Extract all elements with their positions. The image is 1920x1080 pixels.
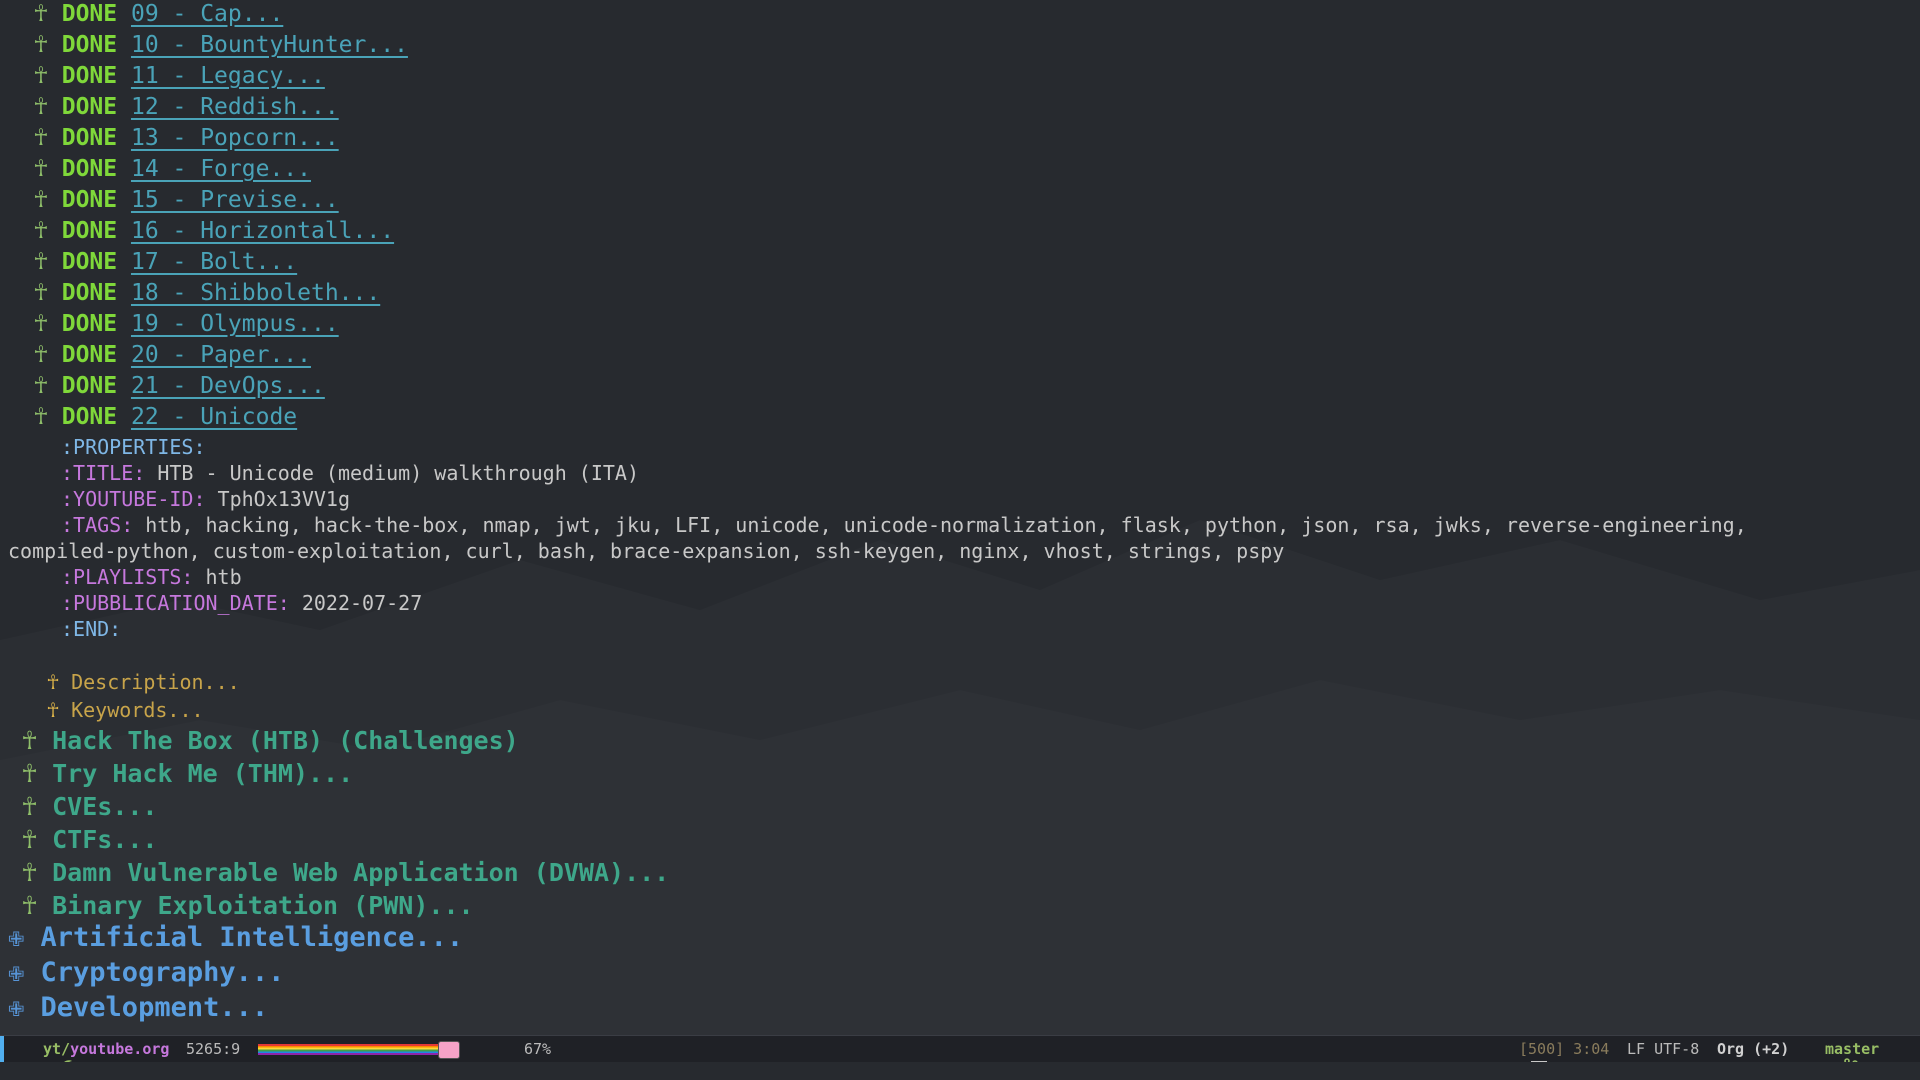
todo-heading[interactable]: ☥ DONE 18 - Shibboleth... [34, 280, 380, 306]
todo-keyword: DONE [61, 63, 118, 89]
heading-link[interactable]: 21 - DevOps... [131, 373, 325, 399]
encoding[interactable]: LF UTF-8 [1627, 1040, 1699, 1058]
subheading-keywords[interactable]: ☥ Keywords... [47, 698, 204, 722]
ankh-bullet-icon: ☥ [22, 891, 38, 920]
heading-link[interactable]: 20 - Paper... [131, 342, 311, 368]
heading-artificial-intelligence[interactable]: ✙ Artificial Intelligence... [8, 922, 463, 953]
ankh-bullet-icon: ☥ [34, 311, 48, 337]
mode-line: yt/youtube.org 5265:9 67% [500] 3:04 LF … [0, 1035, 1920, 1074]
ankh-bullet-icon: ☥ [34, 156, 48, 182]
todo-heading[interactable]: ☥ DONE 13 - Popcorn... [34, 125, 339, 151]
heading-development[interactable]: ✙ Development... [8, 992, 268, 1023]
ankh-bullet-icon: ☥ [34, 373, 48, 399]
todo-heading[interactable]: ☥ DONE 20 - Paper... [34, 342, 311, 368]
todo-keyword: DONE [61, 404, 118, 430]
property-youtube-id: :YOUTUBE-ID: TphOx13VV1g [61, 487, 350, 511]
todo-heading[interactable]: ☥ DONE 22 - Unicode [34, 404, 297, 430]
buffer-name[interactable]: yt/youtube.org [43, 1040, 169, 1058]
todo-heading[interactable]: ☥ DONE 16 - Horizontall... [34, 218, 394, 244]
todo-keyword: DONE [61, 311, 118, 337]
mail-count-time: [500] 3:04 [1519, 1040, 1610, 1058]
drawer-start: :PROPERTIES: [61, 435, 206, 459]
mode-line-indicator [0, 1036, 4, 1062]
ankh-bullet-icon: ☥ [47, 698, 60, 722]
property-tags: :TAGS: htb, hacking, hack-the-box, nmap,… [61, 513, 1747, 537]
property-title: :TITLE: HTB - Unicode (medium) walkthrou… [61, 461, 639, 485]
buffer-percent: 67% [524, 1040, 552, 1058]
ankh-bullet-icon: ☥ [22, 825, 38, 854]
ankh-bullet-icon: ☥ [34, 1, 48, 27]
heading-cves[interactable]: ☥ CVEs... [22, 792, 157, 821]
todo-heading[interactable]: ☥ DONE 21 - DevOps... [34, 373, 325, 399]
heading-link[interactable]: 16 - Horizontall... [131, 218, 394, 244]
todo-keyword: DONE [61, 156, 118, 182]
todo-keyword: DONE [61, 125, 118, 151]
heading-link[interactable]: 10 - BountyHunter... [131, 32, 408, 58]
ankh-bullet-icon: ☥ [22, 858, 38, 887]
heading-link[interactable]: 13 - Popcorn... [131, 125, 339, 151]
cursor-position: 5265:9 [186, 1040, 241, 1058]
heading-htb-challenges[interactable]: ☥ Hack The Box (HTB) (Challenges) [22, 726, 519, 755]
heading-pwn[interactable]: ☥ Binary Exploitation (PWN)... [22, 891, 474, 920]
subheading-description[interactable]: ☥ Description... [47, 670, 240, 694]
todo-keyword: DONE [61, 342, 118, 368]
todo-keyword: DONE [61, 1, 118, 27]
todo-keyword: DONE [61, 249, 118, 275]
cross-bullet-icon: ✙ [8, 922, 25, 953]
cross-bullet-icon: ✙ [8, 992, 25, 1023]
heading-link[interactable]: 09 - Cap... [131, 1, 283, 27]
heading-link[interactable]: 11 - Legacy... [131, 63, 325, 89]
property-tags-continuation: compiled-python, custom-exploitation, cu… [8, 539, 1285, 563]
heading-link[interactable]: 18 - Shibboleth... [131, 280, 380, 306]
git-branch[interactable]: master [1825, 1040, 1879, 1058]
nyan-progress-bar [258, 1044, 438, 1055]
ankh-bullet-icon: ☥ [34, 63, 48, 89]
todo-heading[interactable]: ☥ DONE 10 - BountyHunter... [34, 32, 408, 58]
todo-keyword: DONE [61, 94, 118, 120]
property-playlists: :PLAYLISTS: htb [61, 565, 242, 589]
heading-link[interactable]: 12 - Reddish... [131, 94, 339, 120]
cross-bullet-icon: ✙ [8, 957, 25, 988]
todo-keyword: DONE [61, 187, 118, 213]
todo-keyword: DONE [61, 218, 118, 244]
heading-link[interactable]: 22 - Unicode [131, 404, 297, 430]
ankh-bullet-icon: ☥ [34, 280, 48, 306]
minibuffer[interactable] [0, 1062, 1920, 1080]
major-mode[interactable]: Org (+2) [1717, 1040, 1789, 1058]
heading-link[interactable]: 14 - Forge... [131, 156, 311, 182]
ankh-bullet-icon: ☥ [34, 404, 48, 430]
ankh-bullet-icon: ☥ [22, 792, 38, 821]
todo-heading[interactable]: ☥ DONE 17 - Bolt... [34, 249, 297, 275]
heading-link[interactable]: 15 - Previse... [131, 187, 339, 213]
todo-heading[interactable]: ☥ DONE 11 - Legacy... [34, 63, 325, 89]
ankh-bullet-icon: ☥ [47, 670, 60, 694]
todo-heading[interactable]: ☥ DONE 14 - Forge... [34, 156, 311, 182]
todo-keyword: DONE [61, 280, 118, 306]
todo-heading[interactable]: ☥ DONE 12 - Reddish... [34, 94, 339, 120]
heading-link[interactable]: 17 - Bolt... [131, 249, 297, 275]
ankh-bullet-icon: ☥ [34, 218, 48, 244]
ankh-bullet-icon: ☥ [34, 342, 48, 368]
ankh-bullet-icon: ☥ [34, 187, 48, 213]
todo-keyword: DONE [61, 373, 118, 399]
ankh-bullet-icon: ☥ [34, 125, 48, 151]
heading-thm[interactable]: ☥ Try Hack Me (THM)... [22, 759, 353, 788]
todo-heading[interactable]: ☥ DONE 09 - Cap... [34, 1, 283, 27]
property-publication-date: :PUBBLICATION_DATE: 2022-07-27 [61, 591, 423, 615]
ankh-bullet-icon: ☥ [34, 249, 48, 275]
todo-keyword: DONE [61, 32, 118, 58]
ankh-bullet-icon: ☥ [22, 726, 38, 755]
heading-cryptography[interactable]: ✙ Cryptography... [8, 957, 284, 988]
todo-heading[interactable]: ☥ DONE 15 - Previse... [34, 187, 339, 213]
org-buffer[interactable]: ☥ DONE 09 - Cap... ☥ DONE 10 - BountyHun… [0, 0, 1920, 1034]
drawer-end: :END: [61, 617, 122, 641]
nyan-cat-icon [438, 1041, 460, 1059]
ankh-bullet-icon: ☥ [34, 94, 48, 120]
ankh-bullet-icon: ☥ [34, 32, 48, 58]
heading-dvwa[interactable]: ☥ Damn Vulnerable Web Application (DVWA)… [22, 858, 669, 887]
todo-heading[interactable]: ☥ DONE 19 - Olympus... [34, 311, 339, 337]
ankh-bullet-icon: ☥ [22, 759, 38, 788]
heading-link[interactable]: 19 - Olympus... [131, 311, 339, 337]
heading-ctfs[interactable]: ☥ CTFs... [22, 825, 157, 854]
